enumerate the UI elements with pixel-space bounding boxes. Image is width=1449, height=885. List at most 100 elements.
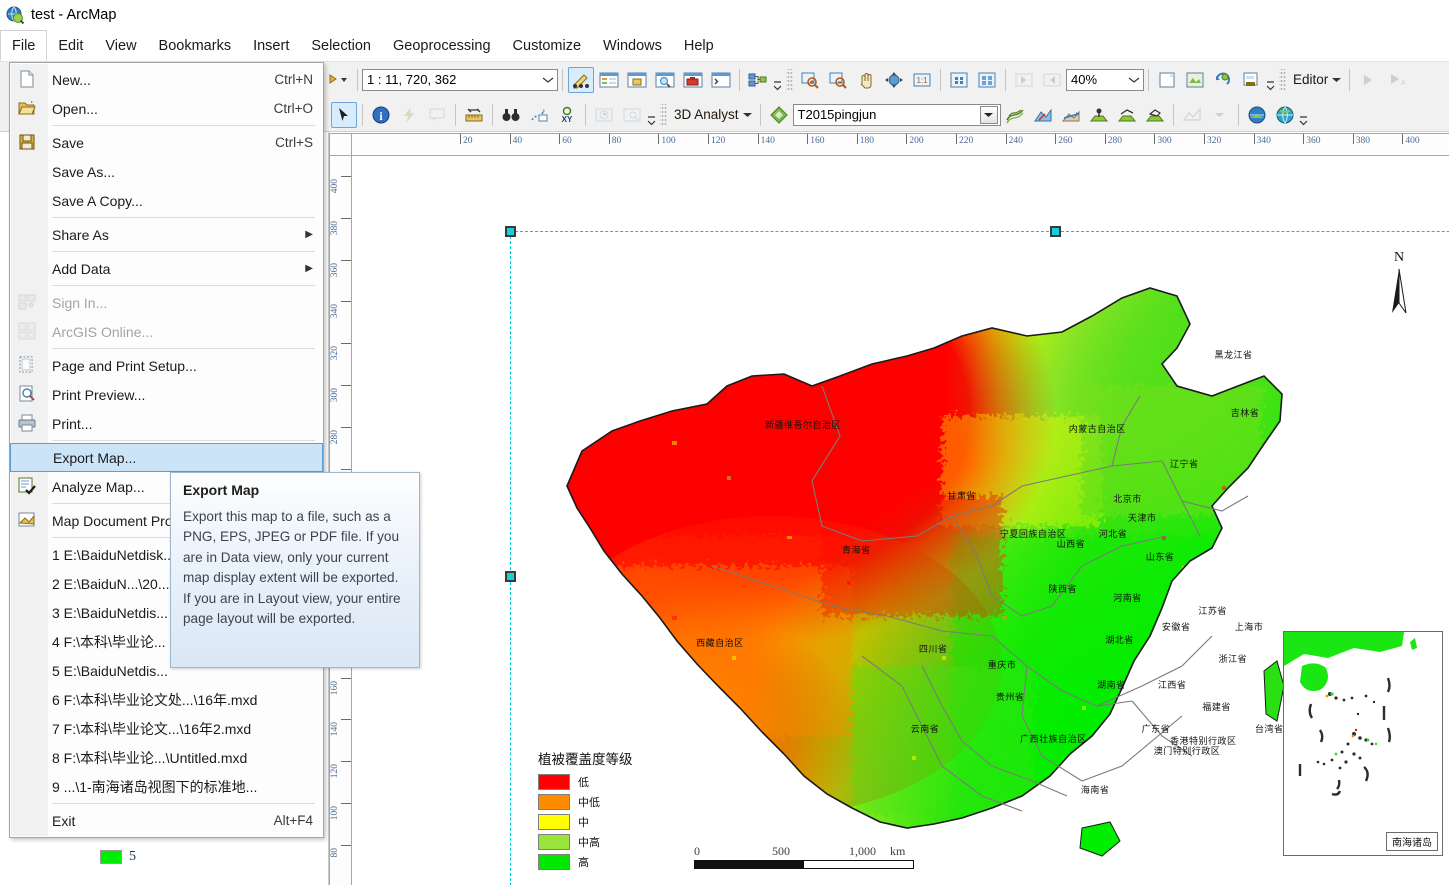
time-slider-icon[interactable] — [591, 102, 617, 128]
find-binoculars-icon[interactable] — [498, 102, 524, 128]
zoom-in-icon[interactable] — [797, 67, 823, 93]
edit-annotation-tool-icon[interactable]: A — [1383, 67, 1409, 93]
province-label: 内蒙古自治区 — [1068, 424, 1126, 435]
measure-ruler-icon[interactable] — [461, 102, 487, 128]
profile-graph-icon[interactable] — [1179, 102, 1205, 128]
toolbar-grip[interactable] — [786, 68, 793, 91]
toolbar-grip[interactable] — [660, 103, 667, 126]
table-of-contents-icon[interactable] — [596, 67, 622, 93]
contour-tool-icon[interactable] — [1002, 102, 1028, 128]
file-menu-item-share-as[interactable]: Share As ▶ — [10, 220, 323, 249]
arcglobe-icon[interactable] — [1272, 102, 1298, 128]
menu-item-view[interactable]: View — [94, 30, 147, 61]
go-forward-extent-icon[interactable] — [1039, 67, 1065, 93]
file-menu-item-print[interactable]: Print... — [10, 409, 323, 438]
menu-item-windows[interactable]: Windows — [592, 30, 673, 61]
python-window-icon[interactable] — [708, 67, 734, 93]
toolbar-overflow-icon[interactable] — [1265, 67, 1275, 93]
file-menu-item-open[interactable]: Open... Ctrl+O — [10, 94, 323, 123]
file-menu-item-add-data[interactable]: Add Data ▶ — [10, 254, 323, 283]
refresh-view-icon[interactable] — [1210, 67, 1236, 93]
3d-analyst-menu-button[interactable]: 3D Analyst — [670, 107, 756, 122]
arctoolbox-icon[interactable] — [680, 67, 706, 93]
file-menu-item-export-map[interactable]: Export Map... — [10, 443, 323, 472]
zoom-out-center-icon[interactable] — [974, 67, 1000, 93]
chevron-down-icon[interactable] — [1125, 70, 1143, 90]
interpolate-line-icon[interactable] — [1114, 102, 1140, 128]
chevron-down-icon[interactable] — [539, 70, 557, 90]
create-viewer-window-icon[interactable] — [619, 102, 645, 128]
interpolate-point-icon[interactable] — [1086, 102, 1112, 128]
menu-item-help[interactable]: Help — [673, 30, 725, 61]
legend-label: 中高 — [578, 836, 600, 849]
menu-item-insert[interactable]: Insert — [242, 30, 300, 61]
zoom-in-center-icon[interactable] — [946, 67, 972, 93]
file-menu-dropdown[interactable]: New... Ctrl+N Open... Ctrl+O Save Ctrl+S Save … — [9, 62, 324, 838]
go-back-extent-icon[interactable] — [1011, 67, 1037, 93]
steepest-path-icon[interactable] — [1030, 102, 1056, 128]
map-canvas[interactable]: 新疆维吾尔自治区 内蒙古自治区 黑龙江省 吉林省 辽宁省 甘肃省 宁夏回族自治区 北京市 天津市… — [352, 156, 1449, 885]
modelbuilder-icon[interactable] — [745, 67, 771, 93]
editor-menu-button[interactable]: Editor — [1289, 72, 1345, 87]
identify-info-icon[interactable]: i — [368, 102, 394, 128]
file-menu-item-7-f-16-2-mxd[interactable]: 7 F:\本科\毕业论文...\16年2.mxd — [10, 714, 323, 743]
html-popup-icon[interactable] — [424, 102, 450, 128]
find-route-icon[interactable] — [526, 102, 552, 128]
menu-item-selection[interactable]: Selection — [300, 30, 382, 61]
line-of-sight-icon[interactable] — [1058, 102, 1084, 128]
ruler-tick-label: 220 — [959, 136, 974, 146]
horizontal-ruler[interactable]: 20 40 60 80 100 120 140 160 180 200 220 240 260 280 30… — [352, 133, 1449, 156]
north-arrow[interactable]: N — [1382, 251, 1416, 321]
select-elements-arrow-icon[interactable] — [331, 101, 357, 128]
pan-hand-icon[interactable] — [853, 67, 879, 93]
edit-tool-arrow-icon[interactable] — [1355, 67, 1381, 93]
file-menu-item-6-f-16-mxd[interactable]: 6 F:\本科\毕业论文处...\16年.mxd — [10, 685, 323, 714]
toolbar-grip[interactable] — [1279, 68, 1286, 91]
file-menu-item-save[interactable]: Save Ctrl+S — [10, 128, 323, 157]
full-extent-icon[interactable] — [881, 67, 907, 93]
map-scalebar[interactable]: 0 500 1,000 km — [694, 844, 914, 869]
chevron-down-icon[interactable] — [1207, 102, 1233, 128]
toggle-draw-icon[interactable] — [1238, 67, 1264, 93]
hyperlink-lightning-icon[interactable] — [396, 102, 422, 128]
toolbar-overflow-icon[interactable] — [646, 102, 656, 128]
map-scale-combo[interactable]: 1 : 11, 720, 362 — [362, 68, 558, 91]
chevron-down-icon[interactable] — [979, 105, 998, 124]
list-item[interactable]: 5 — [100, 849, 136, 865]
page-view-icon[interactable] — [1154, 67, 1180, 93]
interpolate-polygon-icon[interactable] — [1142, 102, 1168, 128]
catalog-window-icon[interactable] — [624, 67, 650, 93]
arcscene-icon[interactable] — [1244, 102, 1270, 128]
legend-swatch-medium-low — [538, 794, 570, 810]
file-menu-item-save-a-copy[interactable]: Save A Copy... — [10, 186, 323, 215]
file-menu-item-exit[interactable]: Exit Alt+F4 — [10, 806, 323, 835]
export-map-tooltip: Export Map Export this map to a file, su… — [170, 472, 420, 668]
hyperlink-dropdown-icon[interactable] — [326, 67, 352, 93]
menu-item-edit[interactable]: Edit — [47, 30, 94, 61]
data-driven-pages-icon[interactable] — [1182, 67, 1208, 93]
3d-layer-combo[interactable]: T2015pingjun — [792, 103, 1001, 126]
layer-symbol-icon[interactable] — [766, 102, 792, 128]
zoom-percent-combo[interactable]: 40% — [1066, 68, 1144, 91]
file-menu-item-8-f-untitled-mxd[interactable]: 8 F:\本科\毕业论...\Untitled.mxd — [10, 743, 323, 772]
province-label: 河北省 — [1098, 530, 1128, 541]
file-menu-item-new[interactable]: New... Ctrl+N — [10, 65, 323, 94]
editor-toolbar-toggle-icon[interactable] — [568, 66, 594, 93]
search-window-icon[interactable] — [652, 67, 678, 93]
menu-item-file[interactable]: File — [0, 30, 48, 61]
fixed-zoom-icon[interactable]: 1:1 — [909, 67, 935, 93]
layout-view-canvas[interactable]: 新疆维吾尔自治区 内蒙古自治区 黑龙江省 吉林省 辽宁省 甘肃省 宁夏回族自治区 北京市 天津市… — [352, 156, 1449, 885]
menu-item-geoprocessing[interactable]: Geoprocessing — [382, 30, 502, 61]
menu-item-customize[interactable]: Customize — [502, 30, 593, 61]
file-menu-item-page-and-print-setup[interactable]: Page and Print Setup... — [10, 351, 323, 380]
menu-item-bookmarks[interactable]: Bookmarks — [148, 30, 243, 61]
toolbar-overflow-icon[interactable] — [1299, 102, 1309, 128]
inset-map-south-china-sea[interactable]: 南海诸岛 — [1283, 631, 1443, 856]
file-menu-item-print-preview[interactable]: Print Preview... — [10, 380, 323, 409]
zoom-out-icon[interactable] — [825, 67, 851, 93]
go-to-xy-icon[interactable]: XY — [554, 102, 580, 128]
file-menu-item-save-as[interactable]: Save As... — [10, 157, 323, 186]
menu-item-label: Sign In... — [52, 294, 108, 311]
file-menu-item-9-1[interactable]: 9 ...\1-南海诸岛视图下的标准地... — [10, 772, 323, 801]
toolbar-overflow-icon[interactable] — [772, 67, 782, 93]
